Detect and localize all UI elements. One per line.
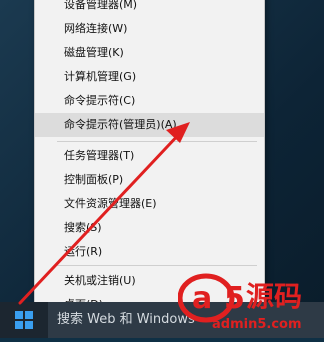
menu-item-control-panel[interactable]: 控制面板(P) (35, 168, 264, 192)
menu-item-command-prompt[interactable]: 命令提示符(C) (35, 89, 264, 113)
a5-watermark-logo: a 5 源码 admin5.com (177, 262, 324, 338)
search-placeholder: 搜索 Web 和 Windows (57, 312, 195, 327)
svg-text:5: 5 (224, 281, 245, 316)
menu-item-run[interactable]: 运行(R) (35, 240, 264, 264)
svg-text:admin5.com: admin5.com (212, 317, 302, 332)
start-button[interactable] (0, 302, 48, 338)
menu-item-network-connections[interactable]: 网络连接(W) (35, 17, 264, 41)
windows-logo-icon (15, 311, 33, 329)
menu-item-computer-management[interactable]: 计算机管理(G) (35, 65, 264, 89)
menu-item-device-manager[interactable]: 设备管理器(M) (35, 0, 264, 17)
menu-item-task-manager[interactable]: 任务管理器(T) (35, 144, 264, 168)
winx-context-menu: 设备管理器(M) 网络连接(W) 磁盘管理(K) 计算机管理(G) 命令提示符(… (34, 0, 265, 311)
menu-item-command-prompt-admin[interactable]: 命令提示符(管理员)(A) (35, 113, 264, 137)
svg-text:源码: 源码 (246, 280, 302, 313)
menu-item-search[interactable]: 搜索(S) (35, 216, 264, 240)
svg-text:a: a (192, 281, 212, 316)
menu-item-file-explorer[interactable]: 文件资源管理器(E) (35, 192, 264, 216)
menu-separator (57, 141, 257, 142)
menu-item-disk-management[interactable]: 磁盘管理(K) (35, 41, 264, 65)
